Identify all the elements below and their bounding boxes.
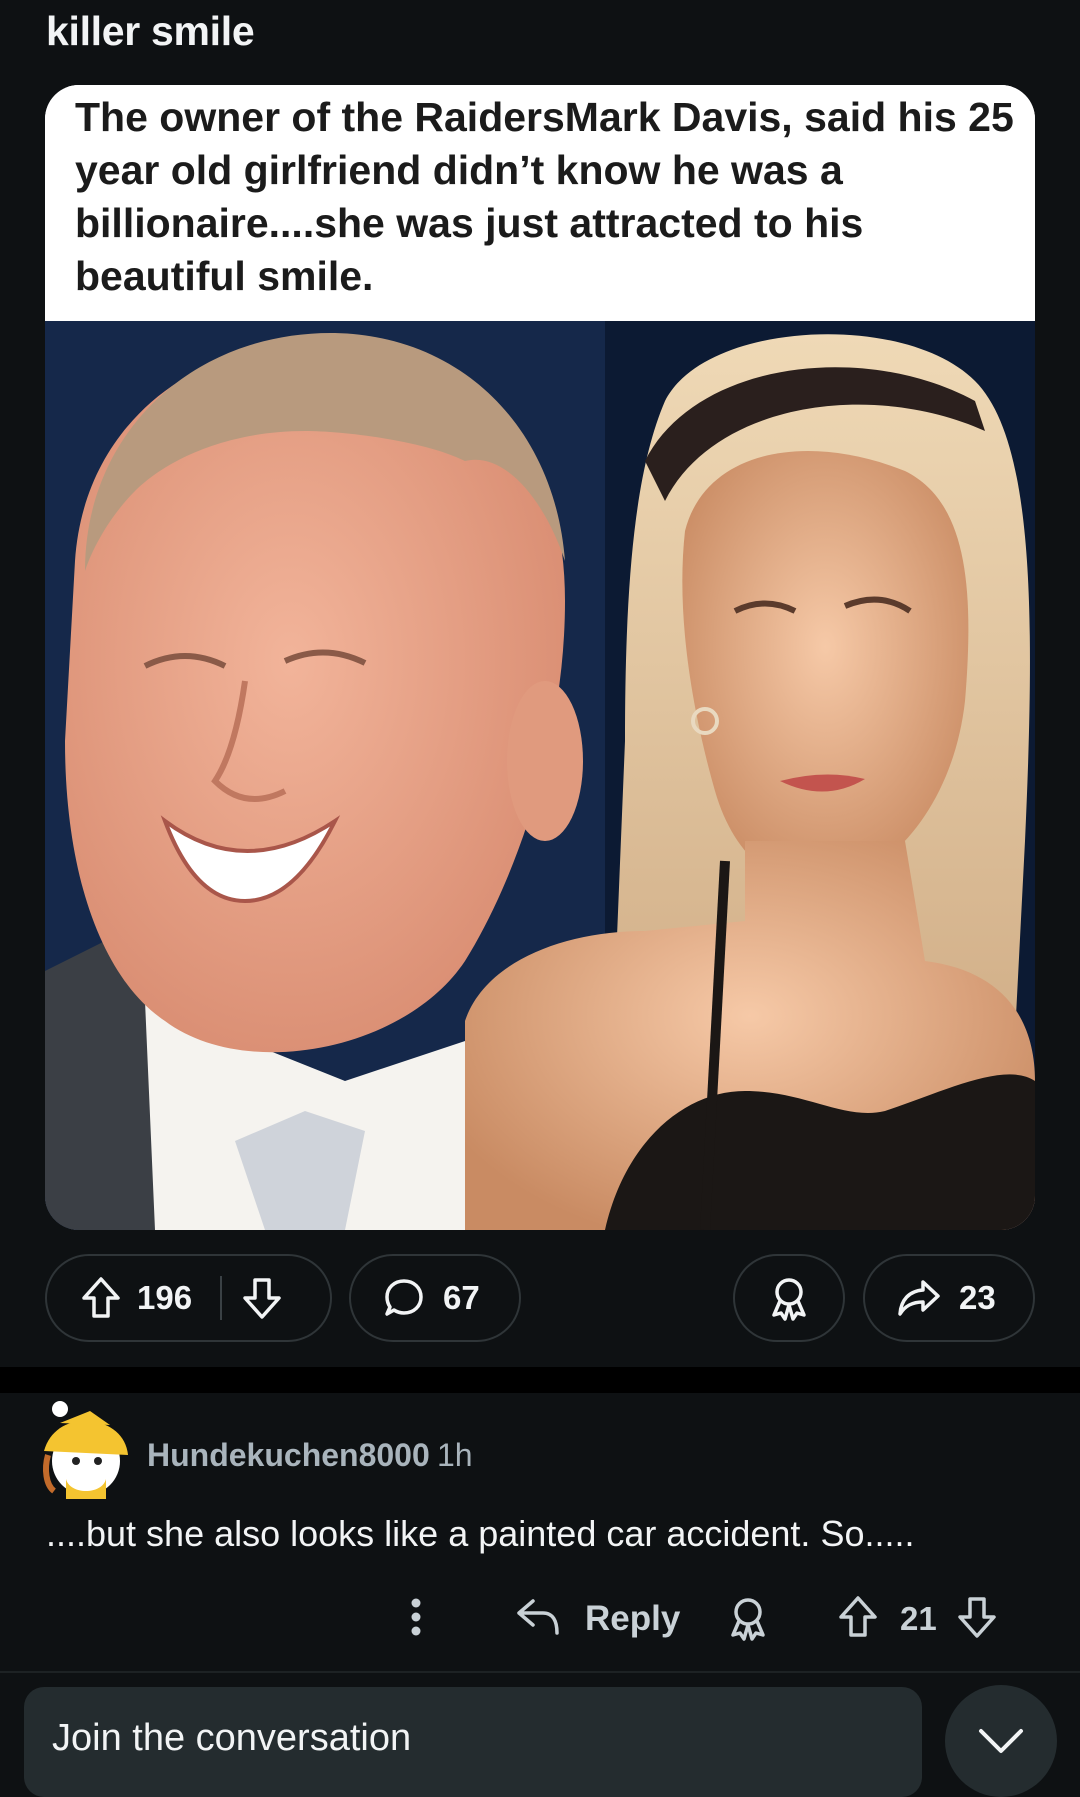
- comments-button[interactable]: 67: [349, 1254, 521, 1342]
- join-conversation-input[interactable]: Join the conversation: [24, 1687, 922, 1797]
- meme-caption-text: The owner of the RaidersMark Davis, said…: [75, 94, 1014, 299]
- comment-vote-count: 21: [900, 1600, 937, 1637]
- arrow-down-icon: [243, 1278, 281, 1319]
- post-card: killer smile The owner of the RaidersMar…: [0, 0, 1080, 1367]
- share-button[interactable]: 23: [863, 1254, 1035, 1342]
- award-button[interactable]: [733, 1254, 845, 1342]
- post-photo[interactable]: [45, 321, 1035, 1230]
- share-count: 23: [959, 1279, 996, 1316]
- photo-illustration: [45, 321, 1035, 1230]
- reply-arrow-icon: [517, 1599, 559, 1635]
- comment: Hundekuchen8000 1h ....but she also look…: [0, 1393, 1080, 1671]
- comment-username[interactable]: Hundekuchen8000: [147, 1437, 430, 1474]
- award-icon: [772, 1278, 806, 1321]
- more-options-button[interactable]: [410, 1597, 422, 1642]
- meme-caption-panel: The owner of the RaidersMark Davis, said…: [45, 85, 1035, 321]
- chevron-down-icon: [979, 1729, 1023, 1753]
- avatar[interactable]: [40, 1399, 132, 1499]
- comment-actions: Reply 21: [0, 1589, 1080, 1649]
- comment-composer-bar: Join the conversation: [0, 1671, 1080, 1797]
- upvote-button[interactable]: [81, 1276, 121, 1320]
- section-divider: [0, 1367, 1080, 1393]
- arrow-up-icon: [839, 1596, 877, 1637]
- reply-button[interactable]: [515, 1595, 561, 1644]
- comment-downvote-button[interactable]: [957, 1595, 997, 1644]
- collapse-button[interactable]: [945, 1685, 1057, 1797]
- arrow-down-icon: [958, 1597, 996, 1638]
- reply-label[interactable]: Reply: [585, 1599, 680, 1639]
- speech-bubble-icon: [383, 1277, 425, 1319]
- more-vertical-icon: [411, 1598, 421, 1636]
- comment-timestamp: 1h: [437, 1437, 473, 1473]
- post-media[interactable]: The owner of the RaidersMark Davis, said…: [45, 85, 1035, 1230]
- comment-count: 67: [443, 1279, 480, 1316]
- award-icon: [731, 1598, 765, 1641]
- downvote-button[interactable]: [242, 1276, 282, 1320]
- vote-divider: [220, 1276, 223, 1320]
- post-title[interactable]: killer smile: [46, 8, 255, 55]
- share-arrow-icon: [897, 1278, 941, 1318]
- vote-pill: 196: [45, 1254, 332, 1342]
- comment-upvote-button[interactable]: [838, 1595, 878, 1644]
- upvote-count: 196: [137, 1279, 193, 1316]
- post-actions: 196 67 23: [0, 1254, 1080, 1344]
- comment-body: ....but she also looks like a painted ca…: [46, 1513, 915, 1554]
- comment-award-button[interactable]: [727, 1595, 769, 1646]
- arrow-up-icon: [82, 1277, 120, 1318]
